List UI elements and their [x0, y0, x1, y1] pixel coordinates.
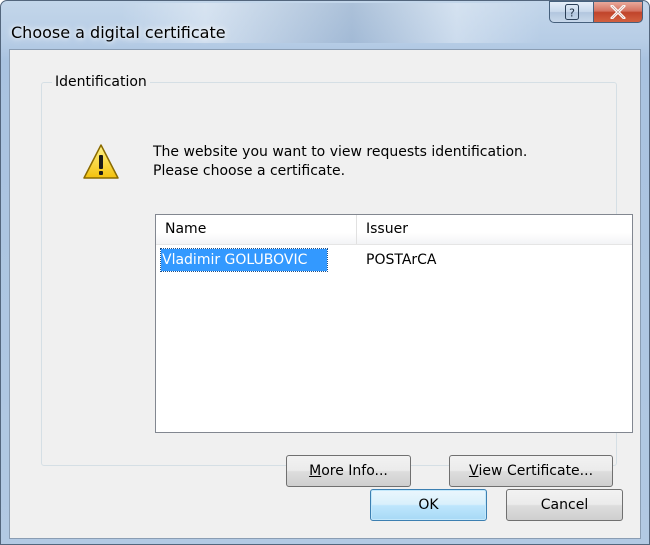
warning-icon — [83, 144, 119, 179]
view-certificate-button[interactable]: View Certificate... — [449, 455, 613, 487]
help-button[interactable]: ? — [549, 1, 593, 23]
close-icon — [610, 5, 626, 19]
certificate-list[interactable]: Name Issuer Vladimir GOLUBOVIC POSTArCA — [155, 214, 633, 433]
more-info-button[interactable]: More Info... — [286, 455, 411, 487]
dialog-window: Choose a digital certificate ? Identific… — [0, 0, 650, 545]
view-certificate-label: iew Certificate... — [478, 463, 594, 479]
caption-buttons: ? — [549, 1, 643, 23]
message-line-2: Please choose a certificate. — [153, 163, 346, 179]
close-button[interactable] — [593, 1, 643, 23]
more-info-label: ore Info... — [321, 463, 388, 479]
help-icon: ? — [564, 4, 579, 20]
message-line-1: The website you want to view requests id… — [153, 144, 528, 160]
ok-button[interactable]: OK — [370, 489, 487, 521]
svg-text:?: ? — [569, 7, 575, 20]
message-text: The website you want to view requests id… — [153, 143, 527, 181]
cert-issuer-cell[interactable]: POSTArCA — [366, 249, 437, 271]
dialog-client-area: Identification The website you want to v… — [9, 49, 641, 539]
column-header-issuer[interactable]: Issuer — [357, 215, 633, 244]
identification-groupbox: Identification The website you want to v… — [41, 73, 633, 487]
cancel-button[interactable]: Cancel — [506, 489, 623, 521]
view-certificate-mnemonic: V — [468, 463, 479, 479]
cert-name-cell[interactable]: Vladimir GOLUBOVIC — [160, 248, 328, 272]
more-info-mnemonic: M — [309, 463, 322, 479]
groupbox-label: Identification — [52, 73, 150, 91]
window-title: Choose a digital certificate — [11, 23, 226, 42]
column-header-name[interactable]: Name — [156, 215, 356, 244]
list-header: Name Issuer — [156, 215, 632, 245]
